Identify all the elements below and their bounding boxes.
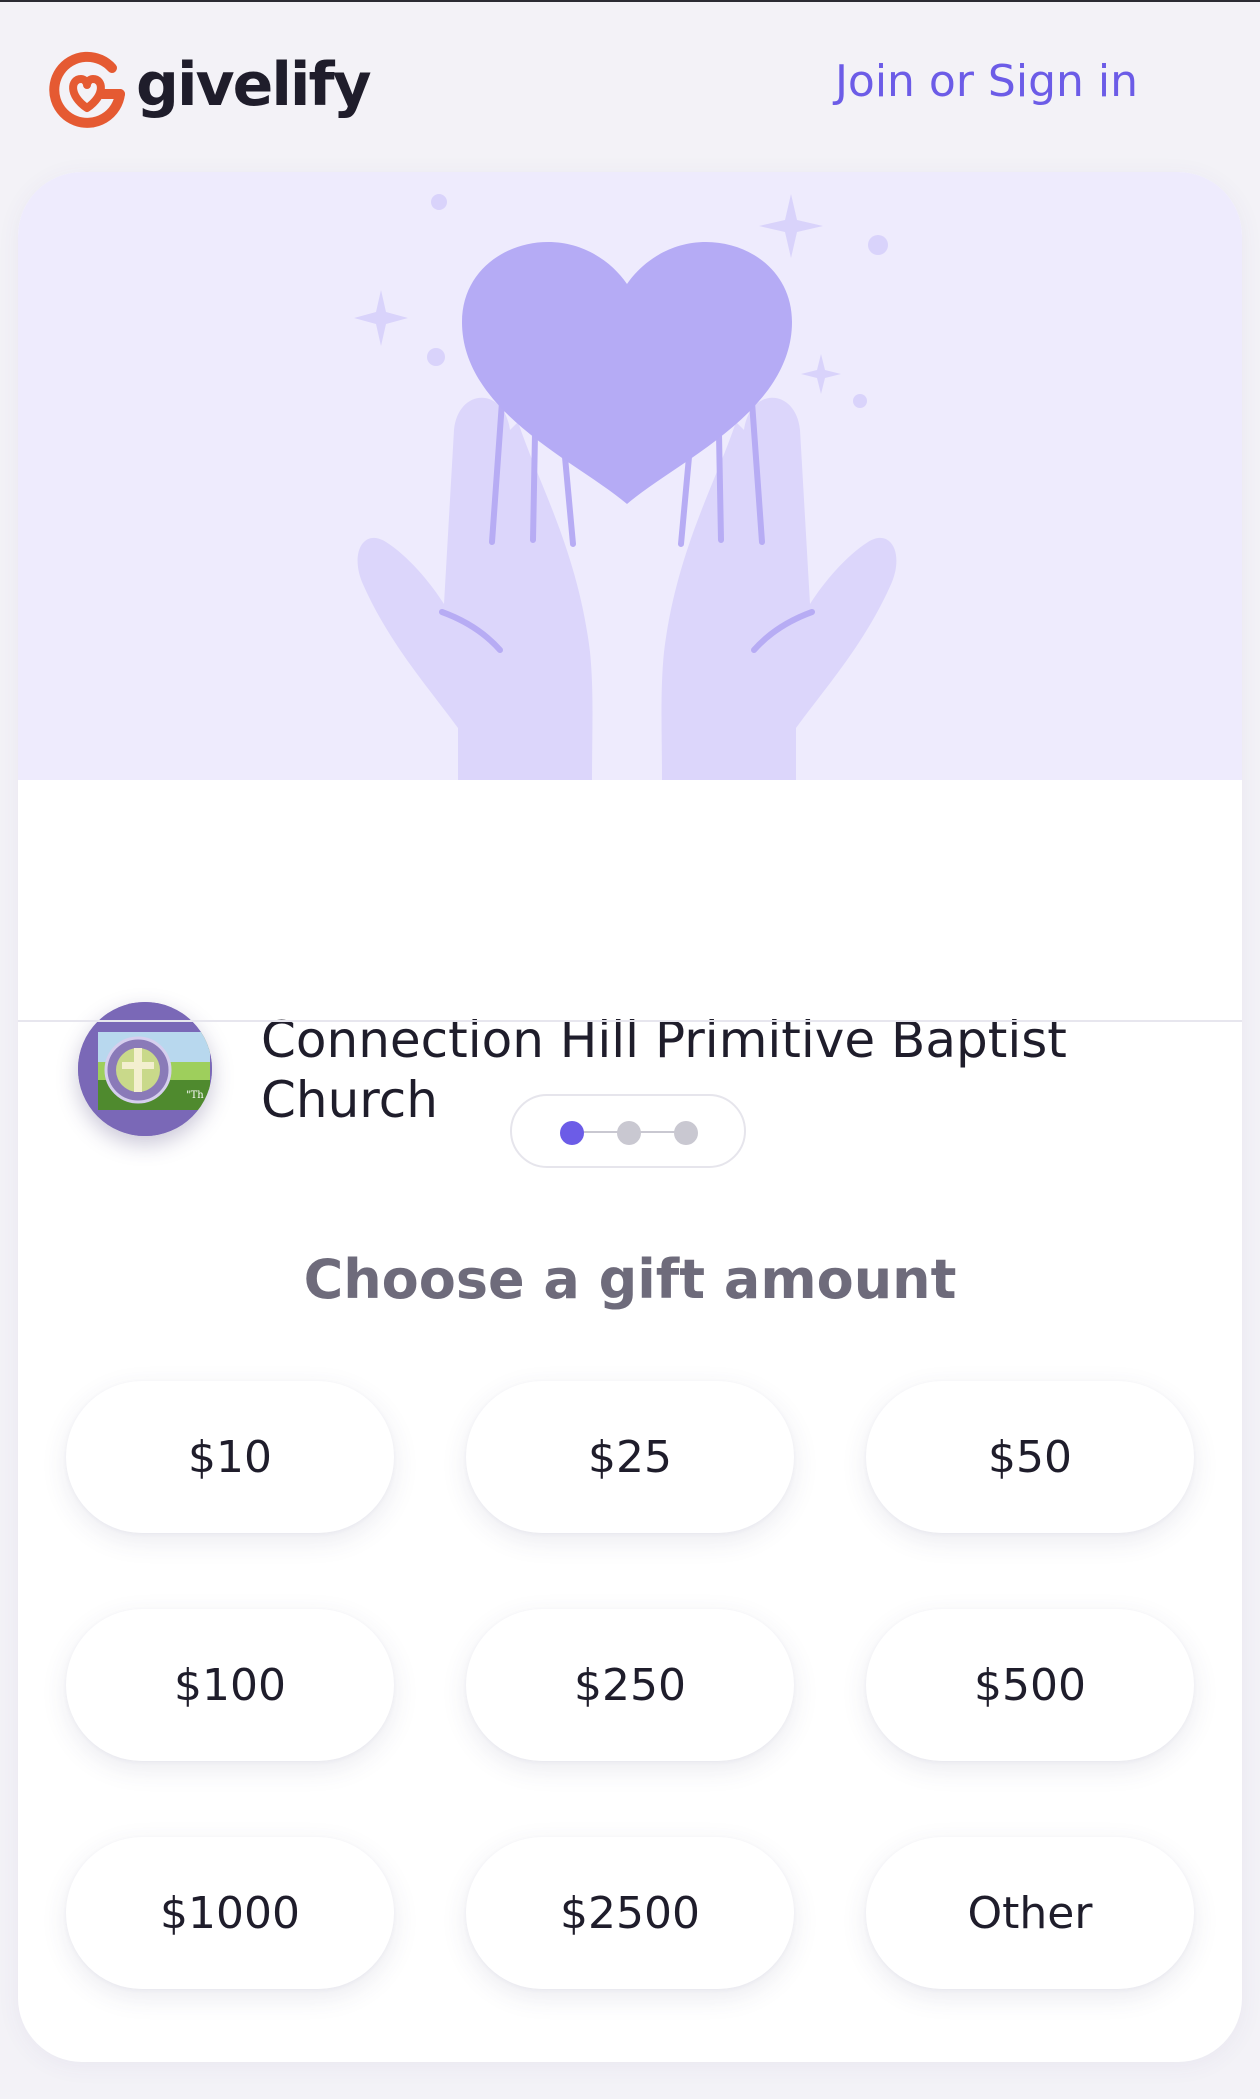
givelify-heart-g-icon (49, 51, 125, 128)
church-logo-image: "Th (78, 1002, 212, 1136)
gift-amount-heading: Choose a gift amount (303, 1248, 957, 1311)
step-2-dot (617, 1121, 641, 1145)
join-or-sign-in-link[interactable]: Join or Sign in (835, 56, 1138, 107)
amount-button-2500[interactable]: $2500 (466, 1837, 794, 1989)
church-logo-avatar[interactable]: "Th (78, 1002, 212, 1136)
donation-card: "Th Connection Hill Primitive Baptist Ch… (18, 172, 1242, 2062)
amount-button-25[interactable]: $25 (466, 1381, 794, 1533)
progress-stepper (510, 1094, 746, 1168)
amount-button-50[interactable]: $50 (866, 1381, 1194, 1533)
givelify-logo[interactable]: givelify (46, 44, 372, 134)
hero-banner (18, 172, 1242, 780)
header: givelify Join or Sign in (0, 0, 1260, 170)
step-1-dot (560, 1121, 584, 1145)
amount-button-100[interactable]: $100 (66, 1609, 394, 1761)
brand-name: givelify (136, 50, 372, 120)
step-3-dot (674, 1121, 698, 1145)
amount-button-10[interactable]: $10 (66, 1381, 394, 1533)
amount-button-250[interactable]: $250 (466, 1609, 794, 1761)
amount-button-500[interactable]: $500 (866, 1609, 1194, 1761)
amount-button-1000[interactable]: $1000 (66, 1837, 394, 1989)
section-divider (18, 1020, 1242, 1022)
svg-text:"Th: "Th (186, 1090, 204, 1101)
hands-holding-heart-icon (354, 194, 897, 780)
amount-button-other[interactable]: Other (866, 1837, 1194, 1989)
